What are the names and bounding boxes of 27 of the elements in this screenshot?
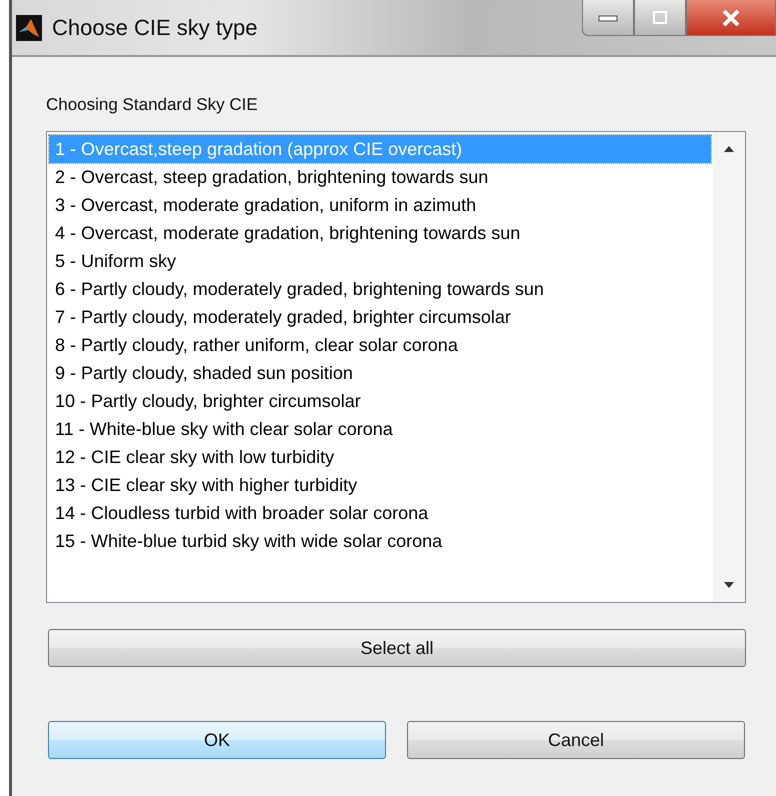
list-item[interactable]: 8 - Partly cloudy, rather uniform, clear solar corona [49, 331, 711, 359]
list-item[interactable]: 13 - CIE clear sky with higher turbidity [49, 471, 711, 499]
list-item[interactable]: 4 - Overcast, moderate gradation, brightening towards sun [49, 219, 711, 247]
list-item[interactable]: 9 - Partly cloudy, shaded sun position [49, 359, 711, 387]
list-item[interactable]: 5 - Uniform sky [49, 247, 711, 275]
scrollbar[interactable] [713, 132, 745, 602]
ok-button[interactable]: OK [48, 721, 386, 759]
close-button[interactable] [686, 0, 776, 36]
list-item[interactable]: 12 - CIE clear sky with low turbidity [49, 443, 711, 471]
scroll-up-icon[interactable] [724, 146, 734, 152]
minimize-icon [597, 12, 619, 22]
maximize-button[interactable] [634, 0, 686, 36]
window-title: Choose CIE sky type [52, 14, 258, 40]
minimize-button[interactable] [582, 0, 634, 36]
list-item[interactable]: 6 - Partly cloudy, moderately graded, brightening towards sun [49, 275, 711, 303]
cancel-button[interactable]: Cancel [407, 721, 745, 759]
list-item[interactable]: 10 - Partly cloudy, brighter circumsolar [49, 387, 711, 415]
list-item[interactable]: 11 - White-blue sky with clear solar corona [49, 415, 711, 443]
list-item[interactable]: 14 - Cloudless turbid with broader solar corona [49, 499, 711, 527]
list-item[interactable]: 3 - Overcast, moderate gradation, uniform in azimuth [49, 191, 711, 219]
select-all-button[interactable]: Select all [48, 629, 746, 667]
list-item[interactable]: 15 - White-blue turbid sky with wide solar corona [49, 527, 711, 555]
list-item[interactable]: 7 - Partly cloudy, moderately graded, brighter circumsolar [49, 303, 711, 331]
list-item[interactable]: 2 - Overcast, steep gradation, brightening towards sun [49, 163, 711, 191]
app-icon [16, 14, 42, 40]
list-label: Choosing Standard Sky CIE [46, 95, 259, 115]
scroll-down-icon[interactable] [724, 582, 734, 588]
